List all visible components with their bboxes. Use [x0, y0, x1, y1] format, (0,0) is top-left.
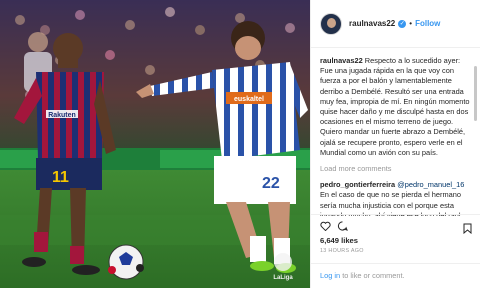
post-timestamp: 13 HOURS AGO [320, 248, 364, 254]
comment-text: En el caso de que no se pierda el herman… [320, 190, 461, 216]
watermark-text: LaLiga [273, 275, 293, 281]
load-more-comments-button[interactable]: Load more comments [320, 164, 472, 174]
comments-list[interactable]: raulnavas22 Respecto a lo sucedido ayer:… [320, 56, 472, 216]
comment-username[interactable]: pedro_gontierferreira [320, 180, 395, 189]
login-suffix: to like or comment. [340, 271, 405, 280]
comment-mention-link[interactable]: @pedro_manuel_16 [397, 180, 464, 189]
player-number-left: 11 [52, 169, 69, 186]
post-header: raulnavas22 ✓ • Follow [311, 0, 480, 48]
football [108, 244, 144, 280]
sponsor-text: Rakuten [48, 112, 76, 119]
list-item: pedro_gontierferreira @pedro_manuel_16 E… [320, 180, 472, 216]
login-prompt: Log in to like or comment. [311, 263, 480, 289]
comment-icon[interactable] [337, 221, 348, 231]
caption-text: Respecto a lo sucedido ayer: Fue una jug… [320, 56, 470, 157]
post-caption: raulnavas22 Respecto a lo sucedido ayer:… [320, 56, 472, 158]
scrollbar-thumb[interactable] [474, 66, 477, 121]
header-username[interactable]: raulnavas22 [349, 19, 395, 28]
instagram-post-window: Rakuten 11 euskaltel 22 LaLiga raulnavas… [0, 0, 480, 288]
comments-scrollbar[interactable] [474, 56, 478, 214]
login-link[interactable]: Log in [320, 271, 340, 280]
separator-dot: • [409, 19, 413, 28]
post-actions: 6,649 likes 13 HOURS AGO Log in to like … [311, 214, 480, 288]
football-photo: Rakuten 11 euskaltel 22 LaLiga [0, 0, 310, 288]
caption-username[interactable]: raulnavas22 [320, 56, 363, 65]
bookmark-icon[interactable] [463, 221, 472, 239]
avatar[interactable] [320, 12, 342, 35]
player-number-right: 22 [262, 175, 280, 192]
heart-icon[interactable] [320, 221, 331, 231]
post-side-panel: raulnavas22 ✓ • Follow raulnavas22 Respe… [310, 0, 480, 288]
follow-button[interactable]: Follow [415, 19, 440, 28]
verified-badge-icon: ✓ [398, 19, 407, 28]
laliga-watermark: LaLiga [273, 253, 293, 281]
post-photo[interactable]: Rakuten 11 euskaltel 22 LaLiga [0, 0, 310, 288]
sponsor2-text: euskaltel [234, 96, 264, 103]
action-icons [320, 221, 348, 231]
likes-count[interactable]: 6,649 likes [320, 236, 358, 245]
